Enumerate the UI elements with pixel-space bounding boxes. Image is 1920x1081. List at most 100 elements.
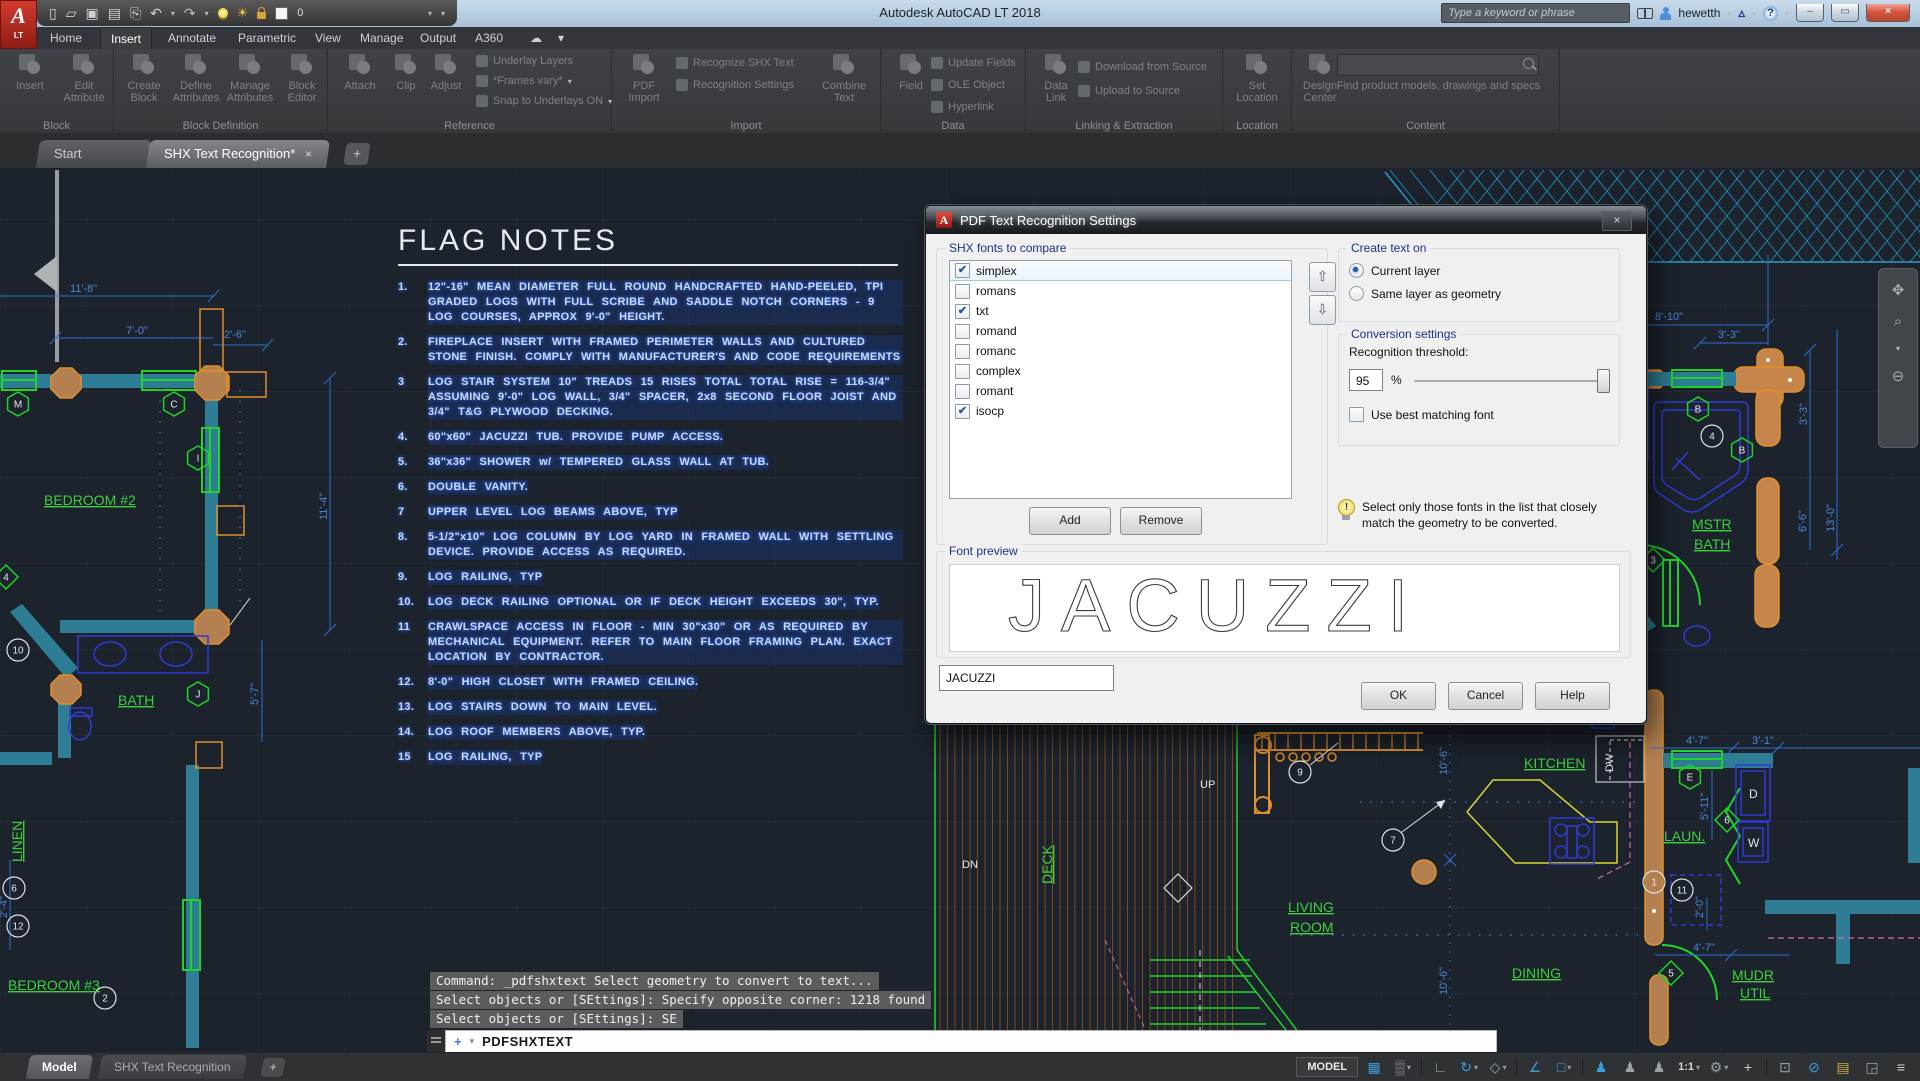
help-icon[interactable]: ? [1763, 6, 1778, 21]
object-snap-tracking-icon[interactable]: ∠ [1522, 1056, 1548, 1078]
flag-note-item[interactable]: 8.5-1/2"x10" LOG COLUMN BY LOG YARD IN F… [398, 530, 903, 560]
font-list-item-complex[interactable]: complex [950, 361, 1291, 381]
set-location-button[interactable]: Set Location [1231, 52, 1283, 104]
font-list-item-isocp[interactable]: ✔isocp [950, 401, 1291, 421]
command-input[interactable]: + ▾ PDFSHXTEXT [445, 1030, 1497, 1053]
panel-label-content[interactable]: Content [1292, 120, 1559, 132]
command-input-text[interactable]: PDFSHXTEXT [482, 1034, 573, 1049]
zoom-icon[interactable]: ⌕ [1894, 313, 1902, 330]
flag-notes-block[interactable]: FLAG NOTES 1.12"-16" MEAN DIAMETER FULL … [398, 224, 903, 775]
recognize-shx-text-button[interactable]: Recognize SHX Text [676, 57, 794, 69]
close-tab-icon[interactable]: × [305, 140, 312, 168]
redo-icon[interactable]: ↷ [184, 6, 196, 20]
define-attributes-button[interactable]: Define Attributes [170, 52, 222, 104]
block-editor-button[interactable]: Block Editor [276, 52, 328, 104]
pan-icon[interactable]: ✥ [1892, 281, 1905, 299]
new-file-icon[interactable]: ▯ [49, 6, 57, 20]
user-chevron-icon[interactable]: ▾ [1727, 9, 1731, 18]
recognition-settings-button[interactable]: Recognition Settings [676, 79, 794, 91]
customize-plus-icon[interactable]: + [1735, 1056, 1761, 1078]
threshold-input[interactable]: 95 [1349, 369, 1383, 391]
checkbox-icon[interactable]: ✔ [955, 404, 970, 419]
recent-commands-icon[interactable]: ▾ [470, 1036, 475, 1047]
data-link-button[interactable]: Data Link [1030, 52, 1082, 104]
font-list-item-simplex[interactable]: ✔simplex [950, 261, 1291, 281]
font-list-item-romant[interactable]: romant [950, 381, 1291, 401]
command-customize-icon[interactable] [427, 1030, 445, 1053]
polar-tracking-icon[interactable]: ↻▾ [1456, 1056, 1482, 1078]
checkbox-icon[interactable] [955, 324, 970, 339]
checkbox-icon[interactable]: ✔ [955, 304, 970, 319]
scale-value[interactable]: 1:1▾ [1675, 1056, 1703, 1078]
open-file-icon[interactable]: ▱ [66, 6, 77, 20]
flag-note-item[interactable]: 9.LOG RAILING, TYP [398, 570, 903, 585]
insert-button[interactable]: Insert [4, 52, 56, 92]
threshold-slider-handle[interactable] [1597, 369, 1610, 393]
a360-icon[interactable]: ▵ [1738, 5, 1745, 21]
help-search-input[interactable]: Type a keyword or phrase [1441, 3, 1630, 23]
isodraft-icon[interactable]: ◇▾ [1485, 1056, 1511, 1078]
flag-note-item[interactable]: 1.12"-16" MEAN DIAMETER FULL ROUND HANDC… [398, 280, 903, 325]
checkbox-icon[interactable] [955, 364, 970, 379]
shx-fonts-list[interactable]: ✔simplexromans✔txtromandromanccomplexrom… [949, 260, 1292, 499]
model-space-button[interactable]: MODEL [1296, 1057, 1358, 1077]
layer-thaw-icon[interactable]: ☀ [237, 5, 249, 21]
hyperlink-button[interactable]: Hyperlink [931, 101, 994, 113]
ribbon-display-chevron-icon[interactable]: ▾ [548, 27, 574, 49]
flag-note-item[interactable]: 13.LOG STAIRS DOWN TO MAIN LEVEL. [398, 700, 903, 715]
navigation-bar[interactable]: ✥ ⌕ ▾ ⊖ [1878, 268, 1918, 448]
layer-dropdown-icon[interactable]: ▾ [312, 9, 432, 18]
annotation-settings-icon[interactable]: ⚙▾ [1706, 1056, 1732, 1078]
flag-note-item[interactable]: 7UPPER LEVEL LOG BEAMS ABOVE, TYP [398, 505, 903, 520]
hardware-accel-icon[interactable]: ⊘ [1801, 1056, 1827, 1078]
username[interactable]: hewetth [1678, 6, 1720, 20]
layer-color-swatch[interactable] [275, 7, 288, 20]
remove-font-button[interactable]: Remove [1120, 507, 1202, 535]
new-layout-button[interactable]: + [260, 1058, 285, 1077]
panel-label-data[interactable]: Data [881, 120, 1025, 132]
combine-text-button[interactable]: Combine Text [818, 52, 870, 104]
dialog-close-button[interactable]: × [1602, 211, 1632, 231]
radio-icon[interactable] [1349, 263, 1364, 278]
checkbox-icon[interactable] [955, 384, 970, 399]
frames-vary-button[interactable]: *Frames vary*▾ [476, 75, 572, 87]
tab-annotate[interactable]: Annotate [158, 27, 226, 49]
redo-chevron-icon[interactable]: ▾ [205, 9, 209, 18]
close-button[interactable]: × [1866, 4, 1910, 22]
tab-home[interactable]: Home [40, 27, 92, 49]
collapse-icon[interactable]: ⊖ [1892, 367, 1905, 385]
minimize-button[interactable]: – [1796, 4, 1824, 22]
adjust-button[interactable]: Adjust [420, 52, 472, 92]
annotation-scale-icon[interactable]: ♟ [1646, 1056, 1672, 1078]
font-list-item-romans[interactable]: romans [950, 281, 1291, 301]
ole-object-button[interactable]: OLE Object [931, 79, 1005, 91]
upload-to-source-button[interactable]: Upload to Source [1078, 85, 1180, 97]
object-snap-icon[interactable]: □▾ [1551, 1056, 1577, 1078]
undo-icon[interactable]: ↶ [150, 6, 162, 20]
grid-icon[interactable]: ▦ [1361, 1056, 1387, 1078]
radio-icon[interactable] [1349, 286, 1364, 301]
restore-button[interactable]: ▭ [1831, 4, 1859, 22]
download-from-source-button[interactable]: Download from Source [1078, 61, 1207, 73]
best-matching-font-checkbox[interactable]: Use best matching font [1349, 407, 1494, 422]
move-up-button[interactable]: ⇧ [1309, 262, 1336, 292]
a360-chevron-icon[interactable]: ▾ [1752, 9, 1756, 18]
chevron-down-icon[interactable]: ▾ [1896, 344, 1900, 353]
pdf-import-button[interactable]: PDF Import [618, 52, 670, 104]
save-icon[interactable]: ▣ [86, 6, 99, 20]
qat-customize-icon[interactable]: ▾ [441, 9, 445, 18]
flag-note-item[interactable]: 6.DOUBLE VANITY. [398, 480, 903, 495]
layout-tab-model[interactable]: Model [26, 1055, 93, 1079]
layout-tab-shx[interactable]: SHX Text Recognition [98, 1055, 247, 1079]
dialog-titlebar[interactable]: A PDF Text Recognition Settings [926, 206, 1646, 234]
underlay-layers-button[interactable]: Underlay Layers [476, 55, 573, 67]
autoscale-icon[interactable]: ♟ [1617, 1056, 1643, 1078]
tab-manage[interactable]: Manage [350, 27, 413, 49]
flag-note-item[interactable]: 12.8'-0" HIGH CLOSET WITH FRAMED CEILING… [398, 675, 903, 690]
help-button[interactable]: Help [1535, 682, 1610, 710]
checkbox-icon[interactable] [955, 344, 970, 359]
checkbox-icon[interactable] [1349, 407, 1364, 422]
layer-lock-icon[interactable] [257, 12, 266, 19]
flag-note-item[interactable]: 5.36"x36" SHOWER w/ TEMPERED GLASS WALL … [398, 455, 903, 470]
font-list-item-romanc[interactable]: romanc [950, 341, 1291, 361]
